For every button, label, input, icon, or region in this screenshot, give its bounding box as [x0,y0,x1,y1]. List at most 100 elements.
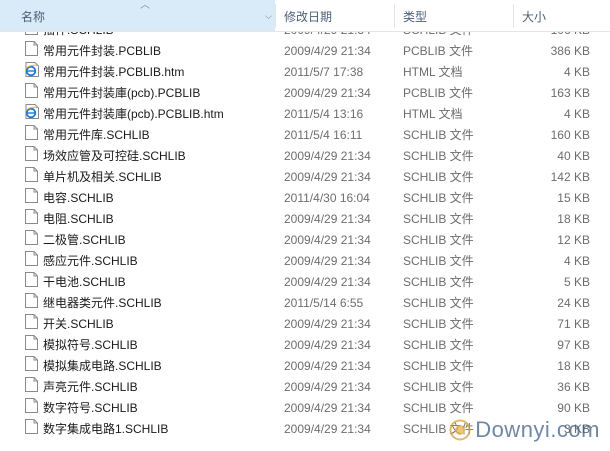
file-type: SCHLIB 文件 [403,149,474,163]
file-size: 4 KB [563,254,590,268]
file-date: 2009/4/29 21:34 [284,212,371,226]
file-row[interactable]: 干电池.SCHLIB 2009/4/29 21:34 SCHLIB 文件 5 KB [0,272,610,293]
file-date: 2009/4/29 21:34 [284,380,371,394]
file-row[interactable]: 电容.SCHLIB 2011/4/30 16:04 SCHLIB 文件 15 KB [0,188,610,209]
file-size: 12 KB [557,233,590,247]
file-date: 2011/5/14 6:55 [284,296,364,310]
column-header-name-label: 名称 [21,10,46,24]
file-name: 单片机及相关.SCHLIB [43,170,162,184]
file-size: 142 KB [550,170,590,184]
file-type: SCHLIB 文件 [403,275,474,289]
chevron-down-icon[interactable]: ⌵ [262,0,275,31]
file-size: 15 KB [557,191,590,205]
file-row[interactable]: 感应元件.SCHLIB 2009/4/29 21:34 SCHLIB 文件 4 KB [0,251,610,272]
file-row[interactable]: 模拟符号.SCHLIB 2009/4/29 21:34 SCHLIB 文件 97 KB [0,335,610,356]
file-explorer: 插件.SCHLIB2009/4/29 21:34SCHLIB 文件106 KB常… [0,0,610,451]
watermark: Downyi.com [449,417,600,443]
file-date: 2009/4/29 21:34 [284,86,371,100]
file-name: 声亮元件.SCHLIB [43,380,138,394]
file-type: SCHLIB 文件 [403,317,474,331]
file-type: SCHLIB 文件 [403,359,474,373]
file-size: 40 KB [557,149,590,163]
file-date: 2009/4/29 21:34 [284,317,371,331]
generic-file-icon [25,188,38,203]
generic-file-icon [25,398,38,413]
file-date: 2011/4/30 16:04 [284,191,370,205]
ie-html-icon [25,104,39,119]
generic-file-icon [25,377,38,392]
file-date: 2009/4/29 21:34 [284,422,371,436]
file-type: SCHLIB 文件 [403,401,474,415]
file-row[interactable]: 继电器类元件.SCHLIB 2011/5/14 6:55 SCHLIB 文件 24 K… [0,293,610,314]
file-name: 数字符号.SCHLIB [43,401,138,415]
file-row[interactable]: 常用元件封装庫(pcb).PCBLIB.htm 2011/5/4 13:16 HTM… [0,104,610,125]
file-type: SCHLIB 文件 [403,233,474,247]
column-header-name[interactable]: 名称 [0,0,275,31]
file-row[interactable]: 二极管.SCHLIB 2009/4/29 21:34 SCHLIB 文件 12 KB [0,230,610,251]
file-name: 二极管.SCHLIB [43,233,126,247]
file-row[interactable]: 电阻.SCHLIB 2009/4/29 21:34 SCHLIB 文件 18 KB [0,209,610,230]
file-type: SCHLIB 文件 [403,191,474,205]
file-row[interactable]: 数字符号.SCHLIB 2009/4/29 21:34 SCHLIB 文件 90 KB [0,398,610,419]
file-size: 163 KB [550,86,590,100]
file-date: 2009/4/29 21:34 [284,44,371,58]
file-name: 常用元件封装庫(pcb).PCBLIB [43,86,201,100]
file-name: 场效应管及可控硅.SCHLIB [43,149,186,163]
file-name: 感应元件.SCHLIB [43,254,138,268]
generic-file-icon [25,83,38,98]
generic-file-icon [25,272,38,287]
file-type: SCHLIB 文件 [403,128,474,142]
generic-file-icon [25,230,38,245]
column-header-type-label: 类型 [403,10,428,24]
file-size: 5 KB [563,275,590,289]
file-date: 2009/4/29 21:34 [284,338,371,352]
file-row[interactable]: 模拟集成电路.SCHLIB 2009/4/29 21:34 SCHLIB 文件 18 … [0,356,610,377]
file-row[interactable]: 常用元件封装.PCBLIB 2009/4/29 21:34 PCBLIB 文件 386… [0,41,610,62]
generic-file-icon [25,209,38,224]
file-date: 2011/5/7 17:38 [284,65,364,79]
ie-html-icon [25,62,39,77]
file-size: 36 KB [557,380,590,394]
file-date: 2011/5/4 13:16 [284,107,364,121]
file-name: 常用元件封装庫(pcb).PCBLIB.htm [43,107,224,121]
file-date: 2011/5/4 16:11 [284,128,363,142]
file-size: 24 KB [557,296,590,310]
generic-file-icon [25,41,38,56]
file-date: 2009/4/29 21:34 [284,401,371,415]
file-row[interactable]: 开关.SCHLIB 2009/4/29 21:34 SCHLIB 文件 71 KB [0,314,610,335]
file-type: PCBLIB 文件 [403,86,474,100]
file-size: 18 KB [557,359,590,373]
file-type: HTML 文档 [403,107,463,121]
file-row[interactable]: 常用元件库.SCHLIB 2011/5/4 16:11 SCHLIB 文件 160 K… [0,125,610,146]
file-date: 2009/4/29 21:34 [284,254,371,268]
column-header-size[interactable]: 大小 [514,0,610,31]
file-name: 常用元件封装.PCBLIB.htm [43,65,185,79]
file-size: 4 KB [563,107,590,121]
file-row[interactable]: 声亮元件.SCHLIB 2009/4/29 21:34 SCHLIB 文件 36 KB [0,377,610,398]
file-size: 90 KB [557,401,590,415]
file-size: 4 KB [563,65,590,79]
generic-file-icon [25,419,38,434]
file-name: 模拟符号.SCHLIB [43,338,138,352]
generic-file-icon [25,335,38,350]
file-row[interactable]: 单片机及相关.SCHLIB 2009/4/29 21:34 SCHLIB 文件 142… [0,167,610,188]
file-row[interactable]: 常用元件封装.PCBLIB.htm 2011/5/7 17:38 HTML 文档 4 … [0,62,610,83]
file-date: 2009/4/29 21:34 [284,170,371,184]
file-type: SCHLIB 文件 [403,380,474,394]
file-type: SCHLIB 文件 [403,212,474,226]
file-type: SCHLIB 文件 [403,296,474,310]
file-date: 2009/4/29 21:34 [284,275,371,289]
file-row[interactable]: 场效应管及可控硅.SCHLIB 2009/4/29 21:34 SCHLIB 文件 4… [0,146,610,167]
generic-file-icon [25,356,38,371]
file-date: 2009/4/29 21:34 [284,359,371,373]
column-header-type[interactable]: 类型 [395,0,513,31]
column-header-date-label: 修改日期 [284,10,333,24]
file-date: 2009/4/29 21:34 [284,233,371,247]
generic-file-icon [25,314,38,329]
column-header-date[interactable]: 修改日期 [276,0,394,31]
file-size: 97 KB [557,338,590,352]
file-type: HTML 文档 [403,65,463,79]
generic-file-icon [25,146,38,161]
file-name: 常用元件库.SCHLIB [43,128,150,142]
file-row[interactable]: 常用元件封装庫(pcb).PCBLIB 2009/4/29 21:34 PCBLIB… [0,83,610,104]
